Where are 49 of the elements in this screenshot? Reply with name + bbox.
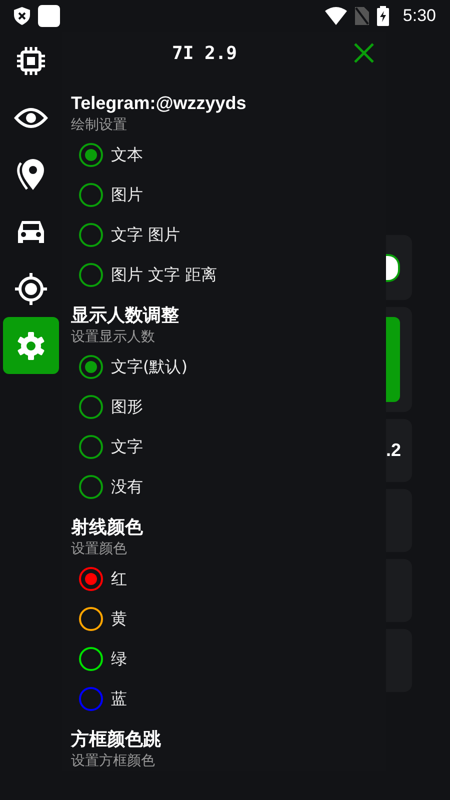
option-label: 没有 — [111, 476, 143, 498]
settings-icon — [16, 330, 46, 360]
car-icon — [16, 218, 46, 244]
radio-button[interactable] — [79, 143, 103, 167]
eye-icon — [14, 106, 48, 128]
location-pin-icon — [16, 158, 46, 190]
option-label: 蓝 — [111, 688, 127, 710]
option-label: 绿 — [111, 648, 127, 670]
option-label: 图形 — [111, 396, 143, 418]
section-heading: 射线颜色 — [71, 516, 144, 539]
radio-button[interactable] — [79, 355, 103, 379]
option-label: 图片 文字 距离 — [111, 264, 218, 286]
shield-icon — [14, 7, 30, 25]
crosshair-icon — [14, 272, 48, 306]
section-subtitle: 绘制设置 — [71, 116, 128, 135]
radio-button[interactable] — [79, 567, 103, 591]
section-heading: 方框颜色跳 — [71, 728, 162, 751]
radio-button[interactable] — [79, 395, 103, 419]
radio-button[interactable] — [79, 223, 103, 247]
option-label: 文字 — [111, 436, 143, 458]
value-text: .2 — [386, 440, 402, 461]
option-label: 文本 — [111, 144, 143, 166]
app-icon — [38, 5, 60, 27]
option-label: 文字 图片 — [111, 224, 180, 246]
clock-time: 5:30 — [402, 6, 436, 26]
close-icon — [354, 43, 374, 63]
section-subtitle: 设置方框颜色 — [71, 752, 156, 771]
section-heading: 显示人数调整 — [71, 304, 180, 327]
radio-button[interactable] — [79, 263, 103, 287]
window-title: 7I 2.9 — [172, 42, 238, 64]
section-subtitle: 设置显示人数 — [71, 328, 156, 347]
radio-button[interactable] — [79, 687, 103, 711]
toggle-knob[interactable] — [386, 254, 400, 282]
no-sim-icon — [354, 7, 369, 25]
option-label: 红 — [111, 568, 127, 590]
radio-button[interactable] — [79, 475, 103, 499]
section-subtitle: 设置颜色 — [71, 540, 128, 559]
option-label: 图片 — [111, 184, 143, 206]
chip-icon — [15, 44, 47, 76]
radio-button[interactable] — [79, 647, 103, 671]
radio-button[interactable] — [79, 607, 103, 631]
option-label: 黄 — [111, 608, 127, 630]
option-label: 文字(默认) — [111, 356, 188, 378]
radio-button[interactable] — [79, 183, 103, 207]
close-button[interactable] — [354, 43, 374, 63]
section-heading: Telegram:@wzzyyds — [71, 92, 248, 115]
wifi-icon — [324, 7, 347, 25]
battery-icon — [376, 6, 389, 26]
radio-button[interactable] — [79, 435, 103, 459]
